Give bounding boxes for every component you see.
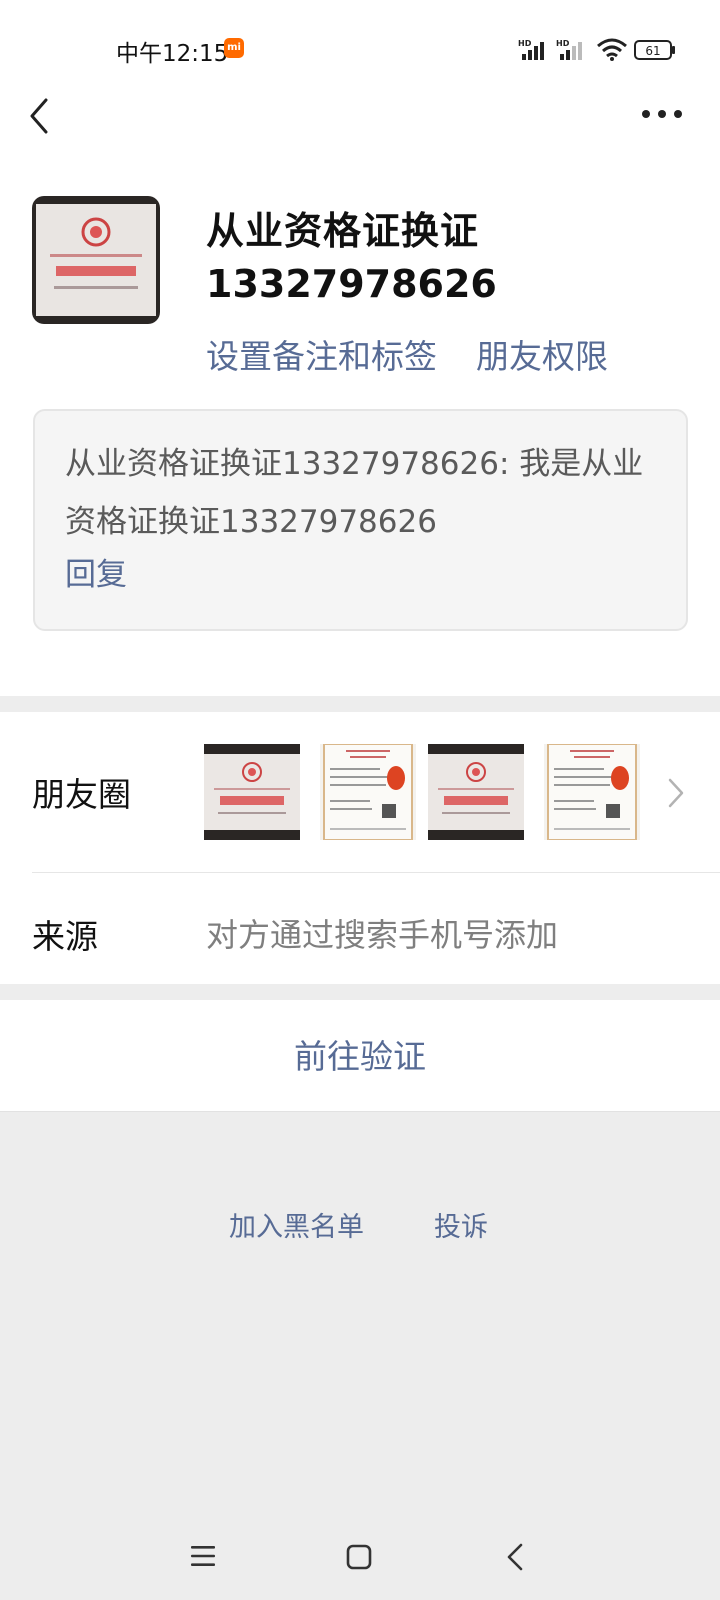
- source-label: 来源: [32, 917, 98, 956]
- svg-text:HD: HD: [518, 39, 532, 48]
- svg-text:HD: HD: [556, 39, 570, 48]
- friend-permission-link[interactable]: 朋友权限: [476, 330, 608, 378]
- row-divider: [32, 872, 720, 873]
- certificate-cover-image: [32, 196, 160, 324]
- verify-row[interactable]: 前往验证: [0, 1000, 720, 1112]
- menu-icon[interactable]: [190, 1544, 216, 1568]
- mi-app-badge: mi: [224, 38, 244, 58]
- status-time: 中午12:15: [116, 41, 229, 67]
- contact-wechat-id: 13327978626: [206, 262, 497, 306]
- back-chevron-icon[interactable]: [24, 96, 54, 136]
- battery-icon: 61: [634, 40, 676, 60]
- more-dots-icon[interactable]: [640, 108, 684, 120]
- contact-name: 从业资格证换证: [206, 209, 480, 253]
- moments-label[interactable]: 朋友圈: [32, 768, 131, 816]
- avatar[interactable]: [32, 196, 160, 324]
- greeting-message-box: 从业资格证换证13327978626: 我是从业资格证换证13327978626…: [33, 409, 688, 631]
- info-section: 朋友圈 来源 对方通过搜索手机号添加: [0, 712, 720, 984]
- home-icon[interactable]: [346, 1544, 372, 1570]
- moments-thumbnail[interactable]: [204, 744, 300, 840]
- source-value: 对方通过搜索手机号添加: [206, 916, 559, 954]
- add-to-blacklist-link[interactable]: 加入黑名单: [229, 1205, 364, 1244]
- battery-level: 61: [645, 44, 660, 58]
- system-back-icon[interactable]: [506, 1542, 524, 1572]
- greeting-text: 从业资格证换证13327978626: 我是从业资格证换证13327978626: [65, 446, 644, 540]
- reply-link[interactable]: 回复: [65, 549, 127, 594]
- signal-hd-icon-2: HD: [556, 39, 582, 60]
- chevron-right-icon[interactable]: [666, 776, 686, 810]
- set-remark-tags-link[interactable]: 设置备注和标签: [206, 330, 437, 378]
- signal-hd-icon: HD: [518, 39, 544, 60]
- moments-thumbnail[interactable]: [320, 744, 416, 840]
- wifi-icon: [597, 38, 627, 61]
- moments-thumbnail[interactable]: [544, 744, 640, 840]
- moments-thumbnail[interactable]: [428, 744, 524, 840]
- verify-button[interactable]: 前往验证: [0, 1030, 720, 1078]
- complain-link[interactable]: 投诉: [434, 1205, 488, 1244]
